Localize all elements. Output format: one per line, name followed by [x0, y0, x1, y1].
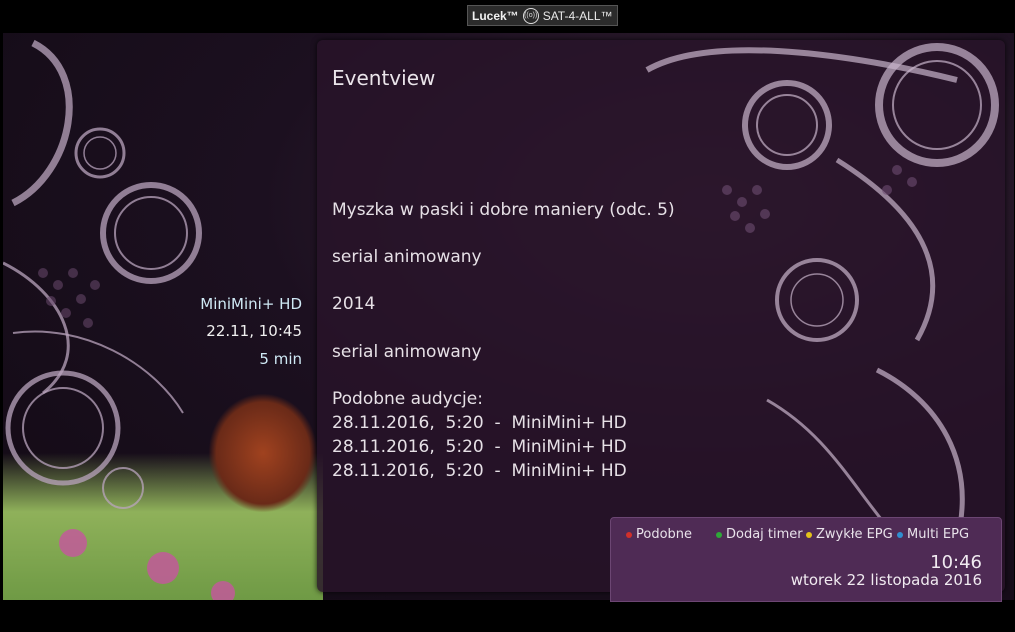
- similar-item[interactable]: 28.11.2016, 5:20 - MiniMini+ HD: [332, 437, 627, 457]
- event-panel: [317, 40, 1005, 592]
- event-duration: 5 min: [259, 350, 302, 368]
- event-datetime: 22.11, 10:45: [206, 322, 302, 340]
- blue-button-label: Multi EPG: [907, 527, 970, 542]
- blue-dot-icon: [897, 531, 903, 538]
- event-category: serial animowany: [332, 342, 482, 362]
- watermark-text: SAT-4-ALL™: [542, 8, 613, 23]
- event-year: 2014: [332, 294, 376, 314]
- panel-swirl-decoration: [645, 43, 999, 562]
- red-dot-icon: [626, 531, 632, 538]
- page-title: Eventview: [332, 66, 436, 90]
- red-button-label: Podobne: [636, 527, 693, 542]
- similar-item[interactable]: 28.11.2016, 5:20 - MiniMini+ HD: [332, 413, 627, 433]
- event-title: Myszka w paski i dobre maniery (odc. 5): [332, 200, 675, 220]
- clock-time: 10:46: [930, 552, 982, 573]
- channel-name: MiniMini+ HD: [200, 295, 302, 313]
- event-genre: serial animowany: [332, 247, 482, 267]
- similar-item[interactable]: 28.11.2016, 5:20 - MiniMini+ HD: [332, 461, 627, 481]
- signal-icon: ((o)): [522, 7, 539, 24]
- clock-date: wtorek 22 listopada 2016: [790, 571, 982, 589]
- red-button-similar[interactable]: Podobne: [626, 527, 692, 542]
- green-button-label: Dodaj timer: [726, 527, 803, 542]
- watermark-logo: Lucek™ ((o)) SAT-4-ALL™: [467, 5, 618, 26]
- yellow-button-label: Zwykłe EPG: [816, 527, 893, 542]
- yellow-dot-icon: [806, 531, 812, 538]
- blue-button-multi-epg[interactable]: Multi EPG: [897, 527, 969, 542]
- green-dot-icon: [716, 531, 722, 538]
- similar-header: Podobne audycje:: [332, 389, 483, 409]
- yellow-button-epg[interactable]: Zwykłe EPG: [806, 527, 893, 542]
- watermark-brand: Lucek™: [472, 8, 519, 23]
- green-button-add-timer[interactable]: Dodaj timer: [716, 527, 803, 542]
